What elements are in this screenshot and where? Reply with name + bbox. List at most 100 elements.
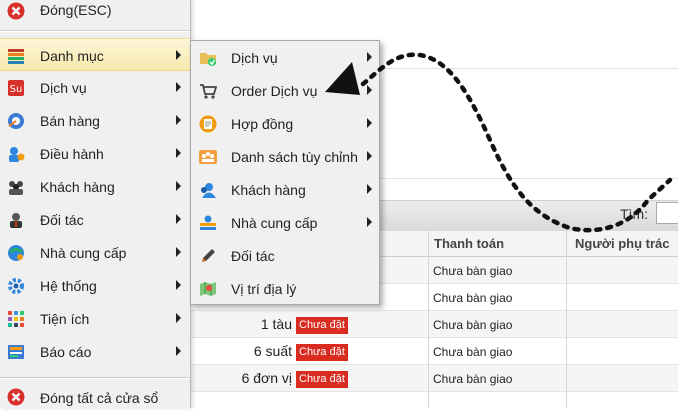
supplier-icon [7, 244, 25, 262]
sales-icon [7, 112, 25, 130]
submenu-item-vi-tri-dia-ly[interactable]: Vị trí địa lý [191, 272, 379, 305]
menu-item-tien-ich[interactable]: Tiện ích [0, 302, 190, 335]
chevron-right-icon [176, 247, 181, 257]
menu-item-label: Đóng(ESC) [40, 2, 112, 18]
operation-icon [7, 145, 25, 163]
payment-cell: Chưa bàn giao [433, 318, 513, 332]
search-input[interactable] [656, 202, 678, 224]
submenu-item-danh-sach-tuy-chinh[interactable]: Danh sách tùy chỉnh [191, 140, 379, 173]
svg-text:Su: Su [10, 84, 23, 95]
cart-icon [199, 82, 218, 100]
submenu-item-label: Đối tác [231, 248, 275, 264]
menu-item-khach-hang[interactable]: Khách hàng [0, 170, 190, 203]
submenu-item-label: Vị trí địa lý [231, 281, 297, 297]
close-icon [7, 2, 25, 20]
status-badge: Chưa đặt [296, 371, 348, 388]
search-label: Tìm: [620, 206, 648, 222]
divider [0, 31, 190, 32]
menu-item-doi-tac[interactable]: Đối tác [0, 203, 190, 236]
service-icon: Su [7, 79, 25, 97]
payment-cell: Chưa bàn giao [433, 345, 513, 359]
menu-item-danh-muc[interactable]: Danh mục [0, 38, 190, 71]
submenu-item-label: Hợp đồng [231, 116, 294, 132]
menu-item-bao-cao[interactable]: Báo cáo [0, 335, 190, 368]
custom-list-icon [199, 148, 217, 166]
menu-item-label: Danh mục [40, 48, 104, 64]
chevron-right-icon [176, 115, 181, 125]
submenu-item-label: Khách hàng [231, 182, 306, 198]
main-menu: Đóng(ESC) Danh mục Su Dịch vụ Bán hàng Đ… [0, 0, 191, 408]
payment-cell: Chưa bàn giao [433, 372, 513, 386]
menu-item-label: Đóng tất cả cửa sổ [40, 390, 159, 406]
chevron-right-icon [367, 184, 372, 194]
chevron-right-icon [176, 280, 181, 290]
chevron-right-icon [367, 118, 372, 128]
quantity-cell: 6 đơn vị [241, 370, 292, 386]
submenu-item-khach-hang[interactable]: Khách hàng [191, 173, 379, 206]
submenu-item-dich-vu[interactable]: Dịch vụ [191, 41, 379, 74]
divider [0, 378, 190, 379]
chevron-right-icon [176, 346, 181, 356]
menu-item-close[interactable]: Đóng(ESC) [0, 0, 190, 33]
submenu-item-label: Order Dịch vụ [231, 83, 318, 99]
divider [380, 68, 678, 69]
payment-cell: Chưa bàn giao [433, 264, 513, 278]
map-icon [199, 280, 217, 298]
menu-item-label: Khách hàng [40, 179, 115, 195]
menu-item-label: Bán hàng [40, 113, 100, 129]
contract-icon [199, 115, 217, 133]
customer-icon [199, 181, 217, 199]
submenu-item-label: Nhà cung cấp [231, 215, 318, 231]
menu-item-label: Báo cáo [40, 344, 92, 360]
submenu-item-doi-tac[interactable]: Đối tác [191, 239, 379, 272]
quantity-cell: 6 suất [253, 343, 292, 359]
chevron-right-icon [367, 85, 372, 95]
payment-cell: Chưa bàn giao [433, 291, 513, 305]
chevron-right-icon [176, 313, 181, 323]
menu-item-dieu-hanh[interactable]: Điều hành [0, 137, 190, 170]
column-header-owner[interactable]: Người phụ trác [575, 236, 670, 251]
menu-item-label: Điều hành [40, 146, 104, 162]
menu-item-label: Tiện ích [40, 311, 90, 327]
menu-item-label: Dịch vụ [40, 80, 87, 96]
report-icon [7, 343, 25, 361]
column-divider [566, 257, 567, 408]
chevron-right-icon [367, 151, 372, 161]
menu-item-he-thong[interactable]: Hệ thống [0, 269, 190, 302]
gear-icon [7, 277, 25, 295]
chevron-right-icon [176, 214, 181, 224]
apps-icon [7, 310, 25, 328]
status-badge: Chưa đặt [296, 317, 348, 334]
chevron-right-icon [367, 217, 372, 227]
customers-icon [7, 178, 25, 196]
status-badge: Chưa đặt [296, 344, 348, 361]
submenu-item-label: Dịch vụ [231, 50, 278, 66]
submenu-item-nha-cung-cap[interactable]: Nhà cung cấp [191, 206, 379, 239]
menu-item-label: Hệ thống [40, 278, 97, 294]
pen-icon [199, 247, 217, 265]
submenu-danh-muc: Dịch vụ Order Dịch vụ Hợp đồng Danh sách… [190, 40, 380, 305]
menu-item-label: Nhà cung cấp [40, 245, 127, 261]
supplier-icon [199, 214, 217, 232]
menu-item-label: Đối tác [40, 212, 84, 228]
chevron-right-icon [367, 52, 372, 62]
column-divider [428, 257, 429, 408]
list-icon [7, 47, 25, 65]
menu-item-ban-hang[interactable]: Bán hàng [0, 104, 190, 137]
divider [380, 178, 678, 179]
column-header-payment[interactable]: Thanh toán [434, 236, 504, 251]
menu-item-dich-vu[interactable]: Su Dịch vụ [0, 71, 190, 104]
chevron-right-icon [176, 181, 181, 191]
submenu-item-order-dich-vu[interactable]: Order Dịch vụ [191, 74, 379, 107]
chevron-right-icon [176, 82, 181, 92]
folder-icon [199, 49, 217, 67]
quantity-cell: 1 tàu [260, 316, 292, 332]
menu-item-nha-cung-cap[interactable]: Nhà cung cấp [0, 236, 190, 269]
submenu-item-hop-dong[interactable]: Hợp đồng [191, 107, 379, 140]
partner-icon [7, 211, 25, 229]
menu-item-close-all[interactable]: Đóng tất cả cửa sổ [0, 382, 190, 415]
chevron-right-icon [176, 50, 181, 60]
chevron-right-icon [176, 148, 181, 158]
submenu-item-label: Danh sách tùy chỉnh [231, 149, 358, 165]
close-icon [7, 388, 25, 406]
